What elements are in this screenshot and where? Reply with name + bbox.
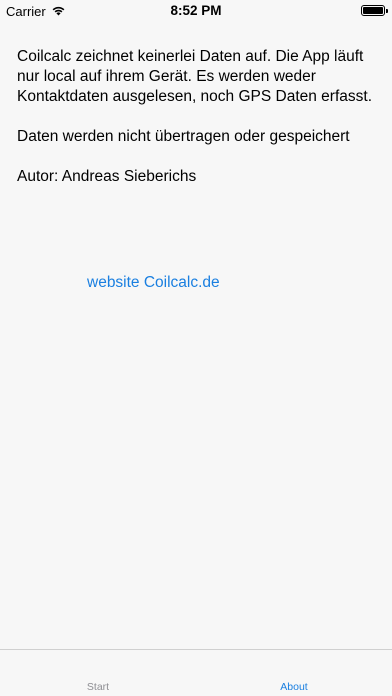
status-bar: Carrier 8:52 PM (0, 0, 392, 22)
tab-about[interactable]: About (196, 681, 392, 693)
privacy-paragraph: Coilcalc zeichnet keinerlei Daten auf. D… (17, 48, 373, 105)
about-screen: Carrier 8:52 PM Coilcalc zeichnet keiner… (0, 0, 392, 696)
battery-icon (361, 5, 388, 16)
tab-start[interactable]: Start (0, 681, 196, 693)
website-link[interactable]: website Coilcalc.de (87, 274, 220, 292)
status-bar-time: 8:52 PM (170, 3, 222, 18)
data-transfer-paragraph: Daten werden nicht übertragen oder gespe… (17, 128, 350, 145)
about-text: Coilcalc zeichnet keinerlei Daten auf. D… (17, 47, 377, 207)
author-paragraph: Autor: Andreas Sieberichs (17, 168, 197, 185)
tab-bar: Start About (0, 649, 392, 696)
